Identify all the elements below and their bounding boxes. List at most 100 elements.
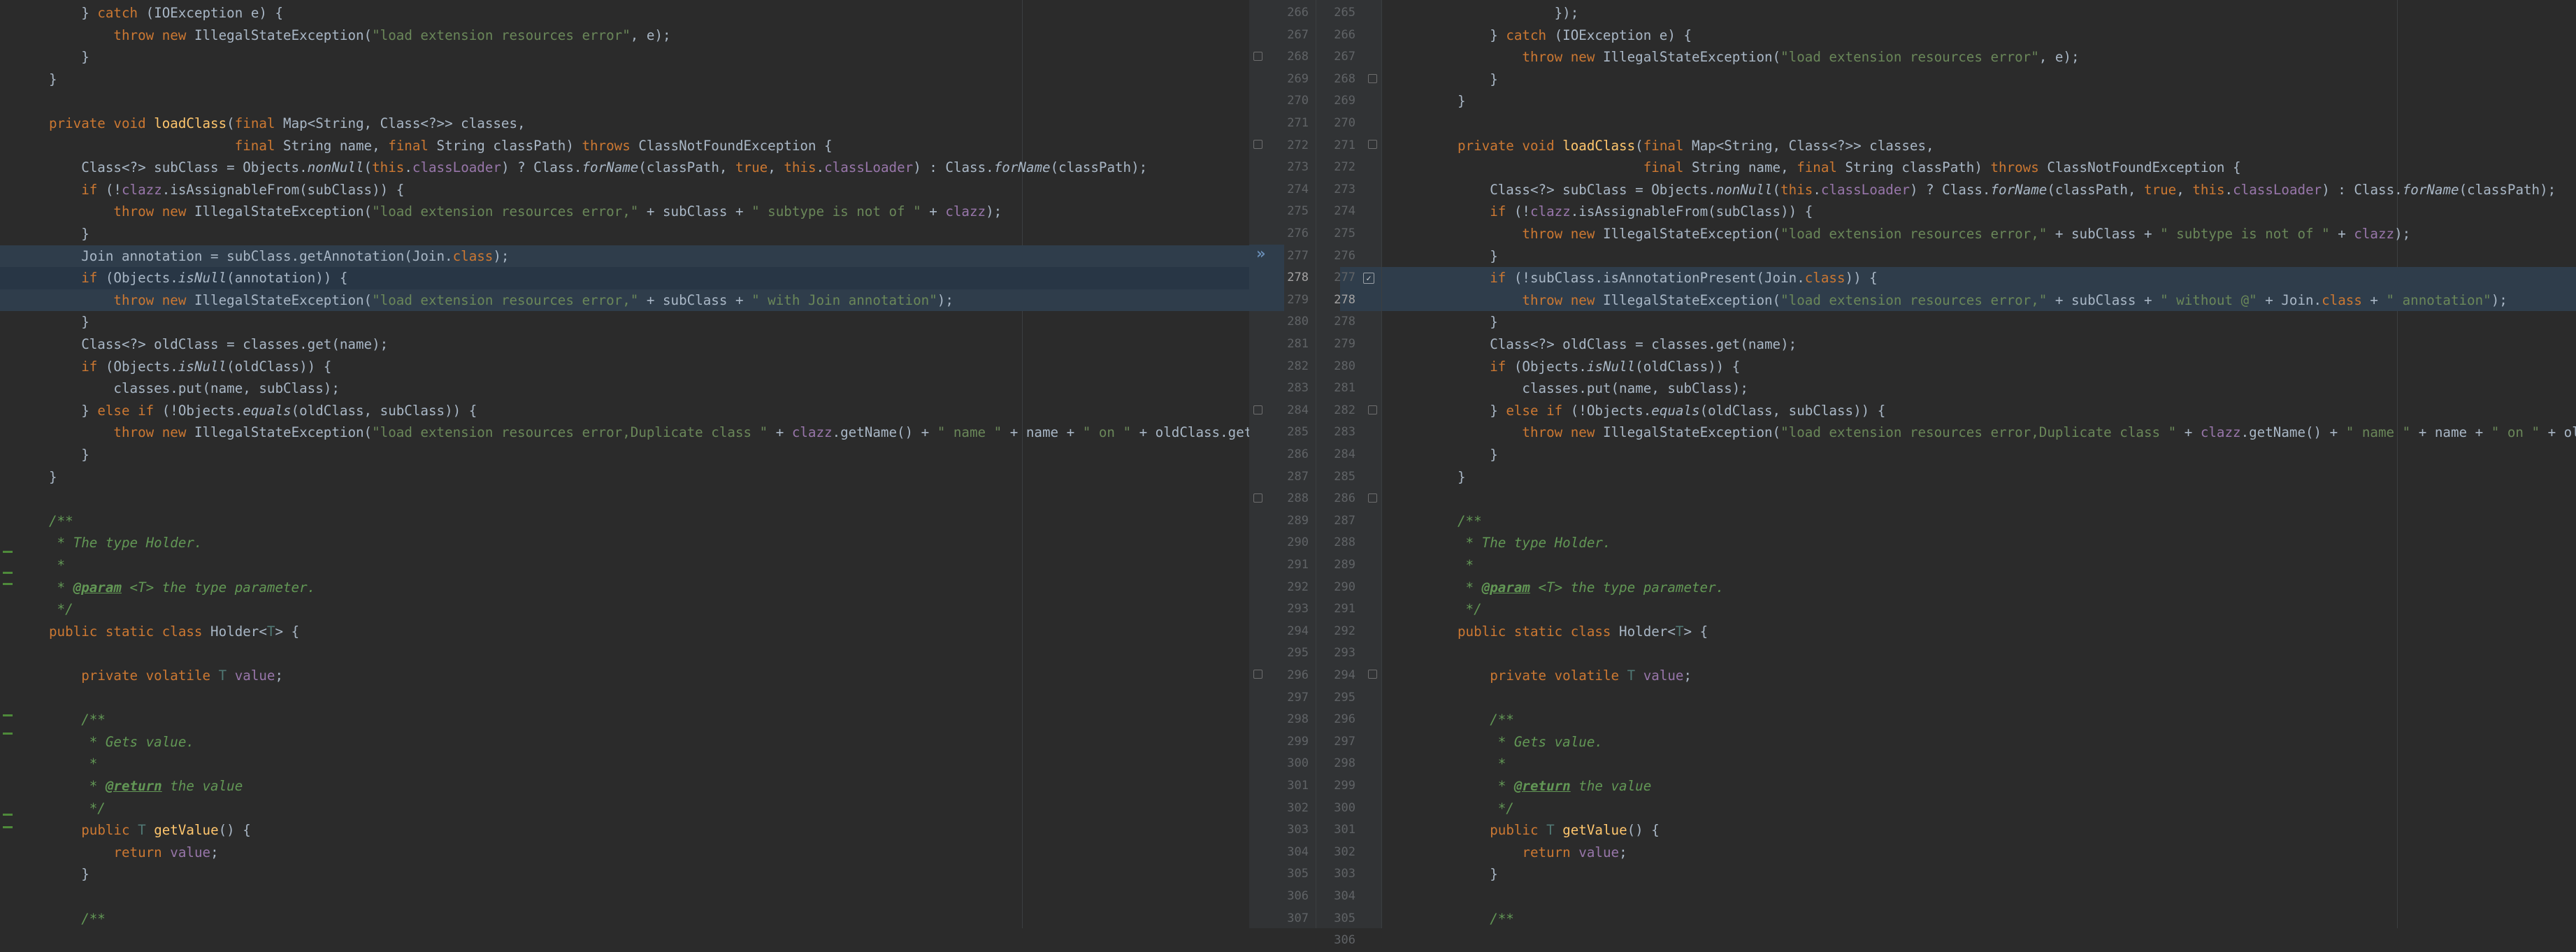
code-line[interactable]: /** (1382, 709, 2576, 731)
apply-change-arrow-icon[interactable]: » (1256, 245, 1265, 263)
code-line[interactable]: * @param <T> the type parameter. (1382, 577, 2576, 599)
code-line[interactable]: /** (0, 908, 1249, 928)
code-line[interactable]: } catch (IOException e) { (0, 2, 1249, 24)
code-line[interactable]: if (!clazz.isAssignableFrom(subClass)) { (1382, 201, 2576, 223)
code-line[interactable] (0, 642, 1249, 665)
code-line[interactable]: * @param <T> the type parameter. (0, 577, 1249, 599)
fold-marker-icon[interactable] (1368, 493, 1377, 503)
code-line[interactable]: }); (1382, 2, 2576, 24)
code-line[interactable]: } (0, 46, 1249, 68)
code-line[interactable]: * The type Holder. (1382, 532, 2576, 554)
code-line[interactable]: /** (1382, 908, 2576, 928)
code-line[interactable]: throw new IllegalStateException("load ex… (1382, 46, 2576, 68)
code-line[interactable] (1382, 113, 2576, 135)
code-line[interactable]: } (0, 466, 1249, 489)
code-line[interactable]: final String name, final String classPat… (0, 135, 1249, 157)
code-line[interactable]: } (1382, 466, 2576, 489)
code-line[interactable]: } (1382, 863, 2576, 886)
code-line[interactable] (0, 687, 1249, 709)
code-line[interactable] (1382, 642, 2576, 665)
code-line[interactable]: * The type Holder. (0, 532, 1249, 554)
code-line[interactable]: if (Objects.isNull(annotation)) { (0, 267, 1249, 289)
code-line[interactable]: } (0, 311, 1249, 333)
code-line[interactable]: */ (1382, 598, 2576, 621)
code-line[interactable]: /** (0, 510, 1249, 533)
code-line[interactable] (1382, 886, 2576, 908)
code-line[interactable]: } catch (IOException e) { (1382, 24, 2576, 47)
fold-marker-icon[interactable] (1368, 74, 1377, 83)
code-line[interactable]: Class<?> subClass = Objects.nonNull(this… (1382, 179, 2576, 201)
fold-marker-icon[interactable] (1253, 140, 1262, 149)
right-editor-pane[interactable]: }); } catch (IOException e) { throw new … (1382, 0, 2576, 928)
code-line[interactable]: throw new IllegalStateException("load ex… (0, 289, 1249, 312)
code-line[interactable]: * (1382, 753, 2576, 775)
code-line[interactable]: if (!clazz.isAssignableFrom(subClass)) { (0, 179, 1249, 201)
code-line[interactable]: Class<?> subClass = Objects.nonNull(this… (0, 157, 1249, 179)
code-line[interactable]: classes.put(name, subClass); (0, 377, 1249, 400)
fold-marker-icon[interactable] (1253, 52, 1262, 61)
code-line[interactable]: public T getValue() { (1382, 819, 2576, 842)
code-line[interactable]: */ (0, 798, 1249, 820)
code-line[interactable] (0, 488, 1249, 510)
code-line[interactable]: /** (0, 709, 1249, 731)
code-line[interactable]: return value; (0, 842, 1249, 864)
code-line[interactable]: } (0, 223, 1249, 245)
code-line[interactable]: throw new IllegalStateException("load ex… (1382, 223, 2576, 245)
code-line[interactable]: final String name, final String classPat… (1382, 157, 2576, 179)
left-editor-pane[interactable]: } catch (IOException e) { throw new Ille… (0, 0, 1249, 928)
code-line[interactable]: } (1382, 444, 2576, 466)
code-line[interactable]: private volatile T value; (1382, 665, 2576, 687)
code-line[interactable]: * Gets value. (1382, 731, 2576, 753)
code-line[interactable]: */ (0, 598, 1249, 621)
code-line[interactable]: /** (1382, 510, 2576, 533)
fold-marker-icon[interactable] (1368, 140, 1377, 149)
left-code-area[interactable]: } catch (IOException e) { throw new Ille… (0, 0, 1249, 928)
code-line[interactable]: private void loadClass(final Map<String,… (1382, 135, 2576, 157)
code-line[interactable]: throw new IllegalStateException("load ex… (0, 201, 1249, 223)
code-line[interactable]: } (0, 444, 1249, 466)
code-line[interactable]: * Gets value. (0, 731, 1249, 753)
code-line[interactable]: } else if (!Objects.equals(oldClass, sub… (0, 400, 1249, 422)
fold-marker-icon[interactable] (1253, 670, 1262, 679)
code-line[interactable]: public static class Holder<T> { (0, 621, 1249, 643)
code-line[interactable]: } (0, 863, 1249, 886)
code-line[interactable]: Class<?> oldClass = classes.get(name); (1382, 333, 2576, 356)
accept-change-checkbox-icon[interactable]: ✓ (1363, 273, 1374, 284)
code-line[interactable]: private volatile T value; (0, 665, 1249, 687)
code-line[interactable]: } (1382, 311, 2576, 333)
code-line[interactable]: if (!subClass.isAnnotationPresent(Join.c… (1382, 267, 2576, 289)
code-line[interactable]: * (0, 753, 1249, 775)
code-line[interactable]: return value; (1382, 842, 2576, 864)
right-code-area[interactable]: }); } catch (IOException e) { throw new … (1382, 0, 2576, 928)
fold-marker-icon[interactable] (1368, 670, 1377, 679)
code-line[interactable]: throw new IllegalStateException("load ex… (0, 421, 1249, 444)
code-line[interactable]: throw new IllegalStateException("load ex… (0, 24, 1249, 47)
code-line[interactable]: private void loadClass(final Map<String,… (0, 113, 1249, 135)
code-line[interactable] (1382, 687, 2576, 709)
code-line[interactable]: public static class Holder<T> { (1382, 621, 2576, 643)
code-line[interactable]: if (Objects.isNull(oldClass)) { (0, 356, 1249, 378)
code-line[interactable]: * (0, 554, 1249, 577)
code-line[interactable]: Join annotation = subClass.getAnnotation… (0, 245, 1249, 268)
code-line[interactable]: } (1382, 68, 2576, 91)
code-line[interactable] (0, 886, 1249, 908)
code-line[interactable]: public T getValue() { (0, 819, 1249, 842)
code-line[interactable]: * (1382, 554, 2576, 577)
code-line[interactable]: */ (1382, 798, 2576, 820)
fold-marker-icon[interactable] (1253, 405, 1262, 414)
fold-marker-icon[interactable] (1368, 405, 1377, 414)
code-line[interactable]: } else if (!Objects.equals(oldClass, sub… (1382, 400, 2576, 422)
code-line[interactable]: } (0, 68, 1249, 91)
code-line[interactable] (1382, 488, 2576, 510)
code-line[interactable]: } (1382, 245, 2576, 268)
code-line[interactable]: * @return the value (1382, 775, 2576, 798)
code-line[interactable]: throw new IllegalStateException("load ex… (1382, 289, 2576, 312)
code-line[interactable]: throw new IllegalStateException("load ex… (1382, 421, 2576, 444)
code-line[interactable]: * @return the value (0, 775, 1249, 798)
code-line[interactable]: } (1382, 90, 2576, 113)
code-line[interactable]: Class<?> oldClass = classes.get(name); (0, 333, 1249, 356)
code-line[interactable]: if (Objects.isNull(oldClass)) { (1382, 356, 2576, 378)
fold-marker-icon[interactable] (1253, 493, 1262, 503)
code-line[interactable]: classes.put(name, subClass); (1382, 377, 2576, 400)
code-line[interactable] (0, 90, 1249, 113)
